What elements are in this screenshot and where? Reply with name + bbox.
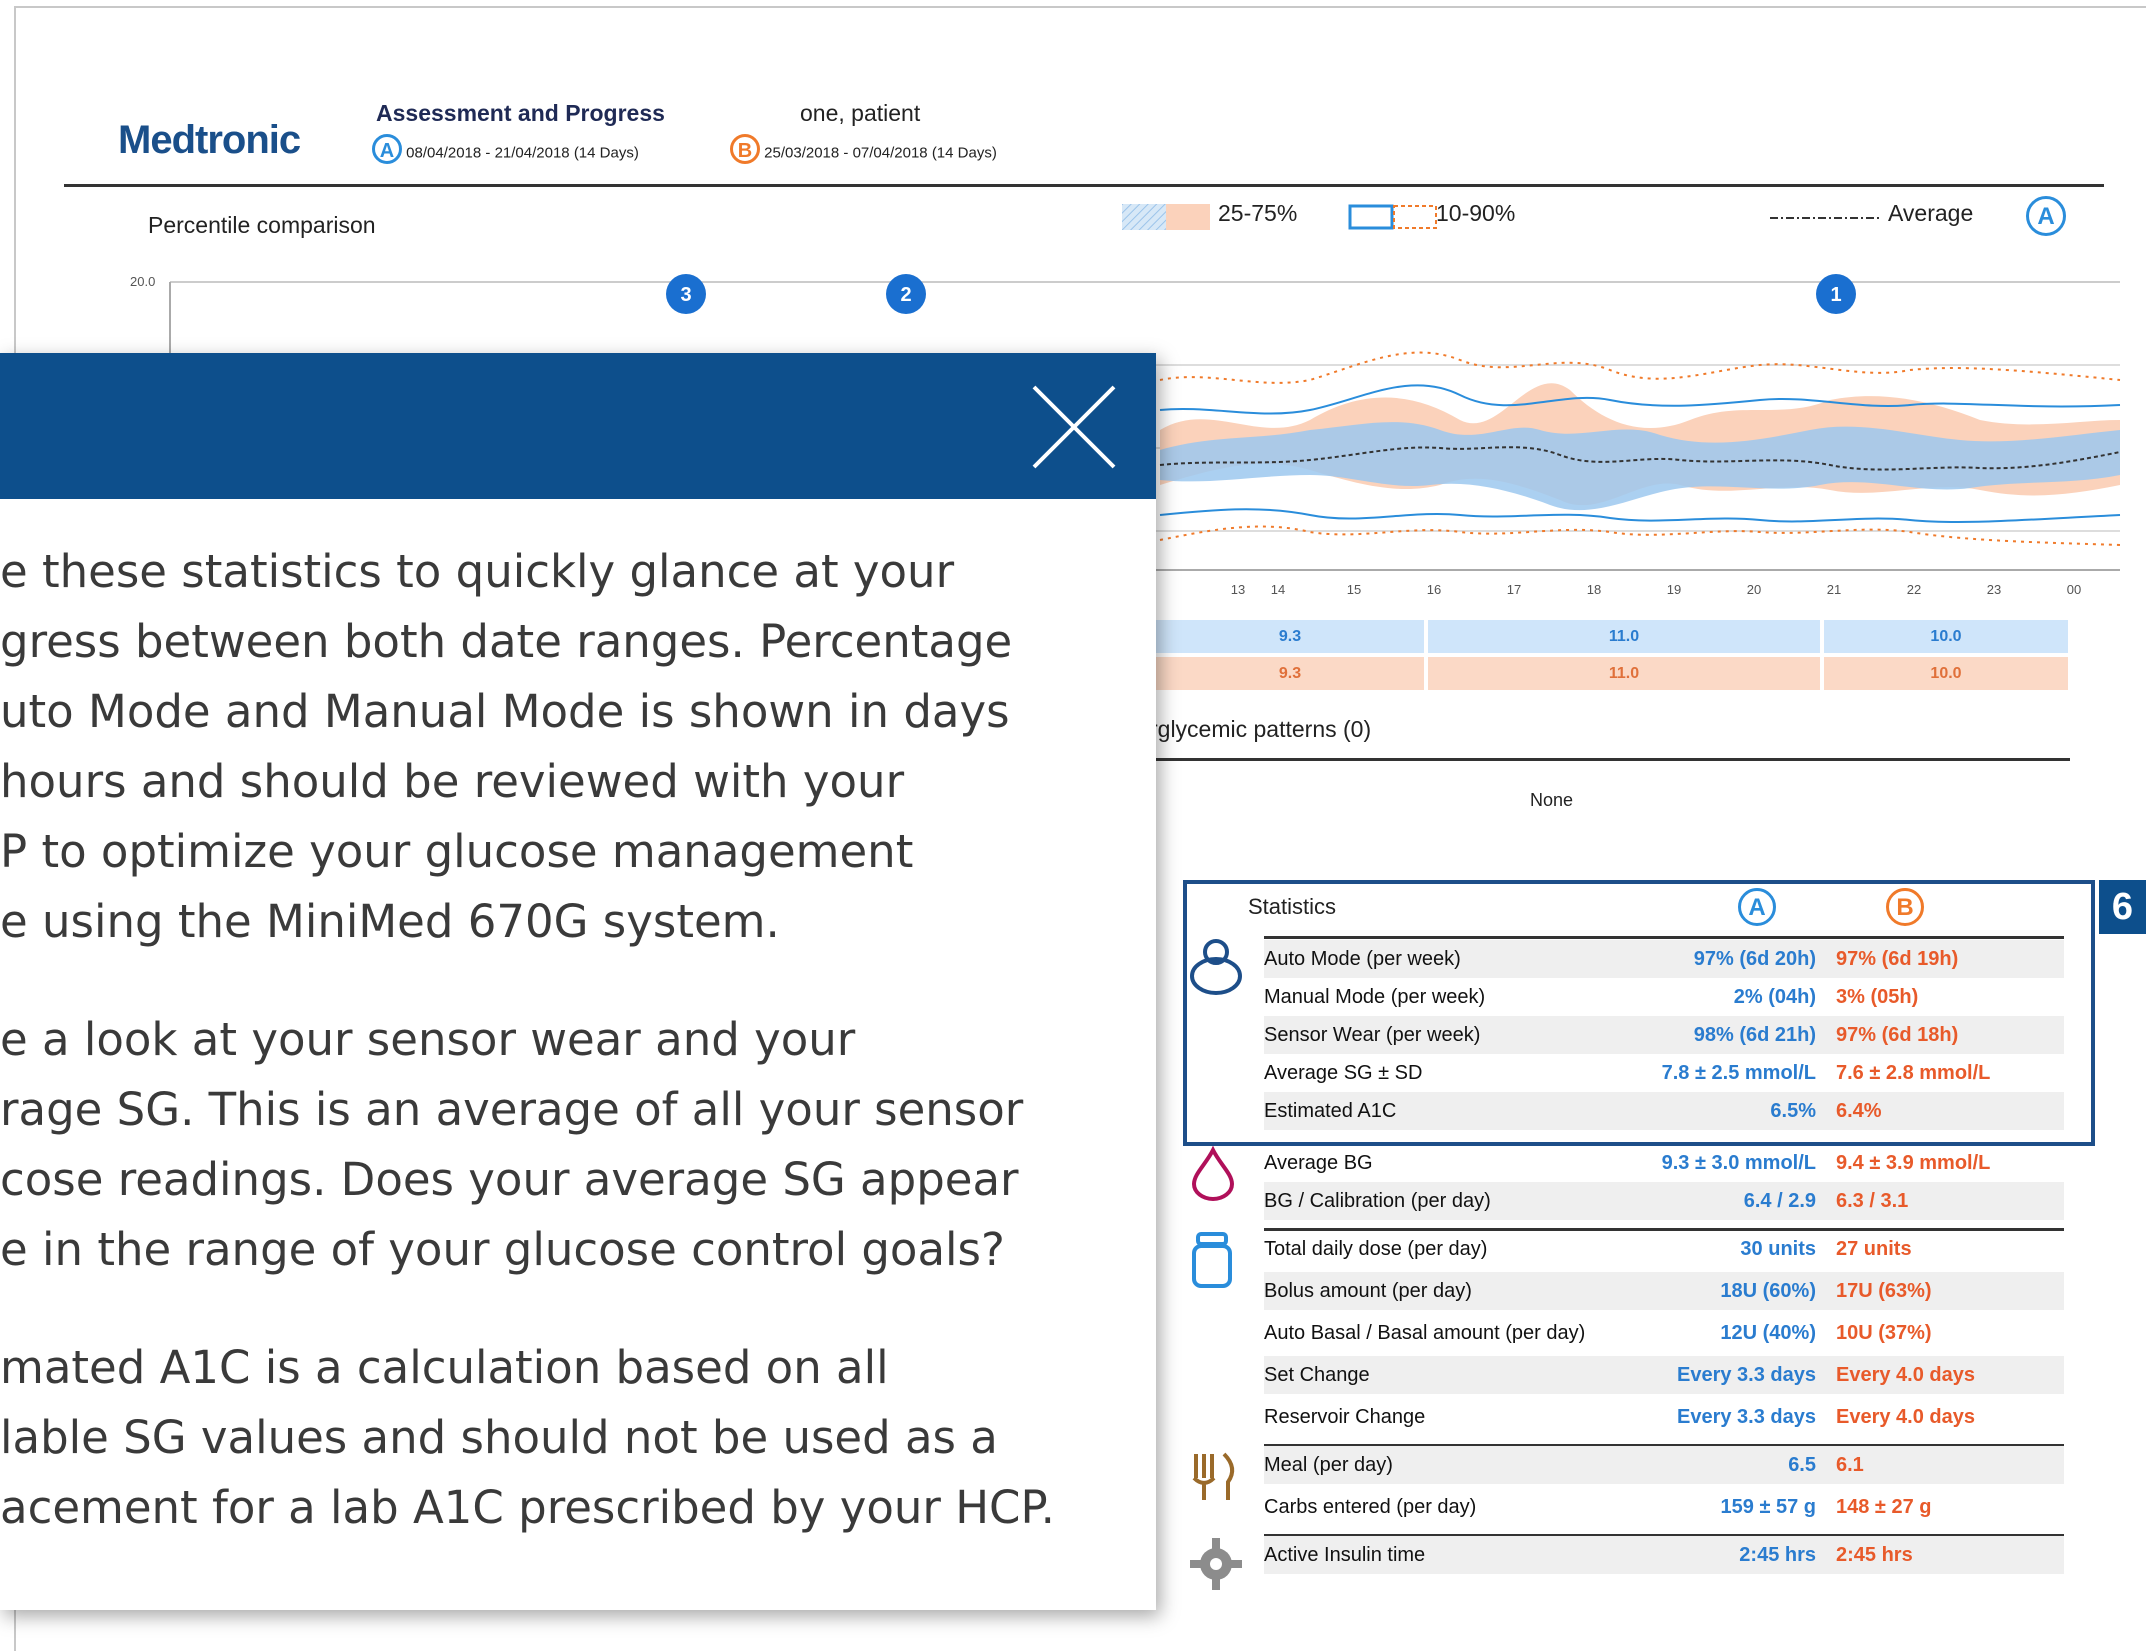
- stat-row: Reservoir Change Every 3.3 days Every 4.0 …: [1264, 1406, 1975, 1428]
- outer-b-upper: [1159, 351, 2121, 384]
- modal-text-line: e these statistics to quickly glance at …: [0, 545, 955, 598]
- gear-icon: [1190, 1538, 1242, 1590]
- header-divider: [64, 184, 2104, 187]
- legend-band-label: 25-75%: [1218, 200, 1298, 226]
- summary-b-value: 11.0: [1608, 665, 1640, 682]
- stat-row: Auto Basal / Basal amount (per day) 12U (…: [1264, 1322, 1932, 1344]
- modal-text-line: e a look at your sensor wear and your: [0, 1013, 856, 1066]
- summary-row-a-cell: 11.0: [1428, 620, 1820, 653]
- modal-text-line: P to optimize your glucose management: [0, 825, 914, 878]
- y-top-label: 20.0: [130, 274, 155, 289]
- step-badge: 6: [2099, 880, 2146, 934]
- stat-row: BG / Calibration (per day) 6.4 / 2.9 6.3 /…: [1264, 1182, 2064, 1220]
- modal-text-line: gress between both date ranges. Percenta…: [0, 615, 1013, 668]
- x-tick: 17: [1507, 582, 1521, 597]
- x-tick: 18: [1587, 582, 1601, 597]
- summary-b-value: 10.0: [1930, 665, 1962, 682]
- x-tick: 14: [1271, 582, 1285, 597]
- x-tick: 22: [1907, 582, 1921, 597]
- legend-outer-label: 10-90%: [1436, 200, 1516, 226]
- summary-row-b-cell: 10.0: [1824, 657, 2068, 690]
- stat-row: Bolus amount (per day) 18U (60%) 17U (63%): [1264, 1272, 2064, 1310]
- summary-row-b-cell: 11.0: [1428, 657, 1820, 690]
- stat-row: Average BG 9.3 ± 3.0 mmol/L 9.4 ± 3.9 mmol…: [1264, 1152, 1991, 1174]
- modal-text-line: uto Mode and Manual Mode is shown in day…: [0, 685, 1010, 738]
- x-tick: 21: [1827, 582, 1841, 597]
- stat-row: Active Insulin time 2:45 hrs 2:45 hrs: [1264, 1536, 2064, 1574]
- modal-text-line: e using the MiniMed 670G system.: [0, 895, 780, 948]
- chart-title: Percentile comparison: [148, 212, 376, 238]
- stat-row: Total daily dose (per day) 30 units 27 uni…: [1264, 1238, 1912, 1260]
- summary-b-value: 9.3: [1278, 665, 1302, 682]
- date-range-a: A 08/04/2018 - 21/04/2018 (14 Days): [372, 134, 639, 164]
- x-tick: 23: [1987, 582, 2001, 597]
- report-title: Assessment and Progress: [376, 100, 665, 126]
- legend-band-swatch: [1122, 204, 1210, 230]
- modal-header: [0, 353, 1156, 499]
- stat-row: Meal (per day) 6.5 6.1: [1264, 1446, 2064, 1484]
- x-tick: 00: [2067, 582, 2081, 597]
- patterns-value: None: [1530, 790, 1574, 810]
- patient-name: one, patient: [800, 100, 921, 126]
- x-tick: 19: [1667, 582, 1681, 597]
- patterns-divider: [1150, 758, 2070, 761]
- outer-a-lower: [1159, 508, 2121, 524]
- info-modal: e these statistics to quickly glance at …: [0, 353, 1156, 1610]
- stat-row: Set Change Every 3.3 days Every 4.0 days: [1264, 1356, 2064, 1394]
- modal-text-line: hours and should be reviewed with your: [0, 755, 905, 808]
- x-tick: 16: [1427, 582, 1441, 597]
- x-tick: 13: [1231, 582, 1245, 597]
- stat-row: Carbs entered (per day) 159 ± 57 g 148 ± 2…: [1264, 1496, 1932, 1518]
- legend-avg-badge: A: [2026, 196, 2066, 236]
- modal-text-line: mated A1C is a calculation based on all: [0, 1341, 889, 1394]
- statistics-highlight-box: [1183, 880, 2095, 1146]
- modal-text-line: e in the range of your glucose control g…: [0, 1223, 1005, 1276]
- summary-a-value: 11.0: [1608, 628, 1640, 645]
- outer-b-lower: [1159, 525, 2121, 546]
- range-a-text: 08/04/2018 - 21/04/2018 (14 Days): [406, 144, 639, 162]
- close-icon[interactable]: [1030, 383, 1118, 471]
- modal-text-line: rage SG. This is an average of all your …: [0, 1083, 1024, 1136]
- legend-outer-swatch: [1348, 204, 1440, 230]
- legend-avg-swatch: [1770, 210, 1882, 220]
- legend-avg-label: Average: [1888, 200, 1974, 226]
- blood-drop-icon: [1191, 1146, 1235, 1201]
- patterns-heading: rglycemic patterns (0): [1150, 716, 1372, 742]
- insulin-vial-icon: [1192, 1232, 1232, 1288]
- pattern-marker-label: 1: [1830, 284, 1841, 306]
- summary-a-value: 10.0: [1930, 628, 1962, 645]
- range-a-icon: A: [372, 134, 402, 164]
- modal-text-line: cose readings. Does your average SG appe…: [0, 1153, 1019, 1206]
- modal-text-line: lable SG values and should not be used a…: [0, 1411, 998, 1464]
- range-b-text: 25/03/2018 - 07/04/2018 (14 Days): [764, 144, 997, 162]
- x-tick: 20: [1747, 582, 1761, 597]
- summary-row-b-cell: 9.3: [1156, 657, 1424, 690]
- outer-a-upper: [1159, 384, 2121, 415]
- meal-icon: [1192, 1452, 1235, 1500]
- summary-a-value: 9.3: [1278, 628, 1302, 645]
- medtronic-logo: Medtronic: [118, 118, 301, 162]
- modal-text-line: acement for a lab A1C prescribed by your…: [0, 1481, 1055, 1534]
- summary-row-a-cell: 9.3: [1156, 620, 1424, 653]
- x-tick-labels: 13 14 15 16 17 18 19 20 21 22 23 00: [1231, 582, 2081, 597]
- pattern-marker-label: 2: [900, 284, 911, 306]
- date-range-b: B 25/03/2018 - 07/04/2018 (14 Days): [730, 134, 997, 164]
- summary-row-a-cell: 10.0: [1824, 620, 2068, 653]
- x-tick: 15: [1347, 582, 1361, 597]
- pattern-marker-label: 3: [680, 284, 691, 306]
- range-b-icon: B: [730, 134, 760, 164]
